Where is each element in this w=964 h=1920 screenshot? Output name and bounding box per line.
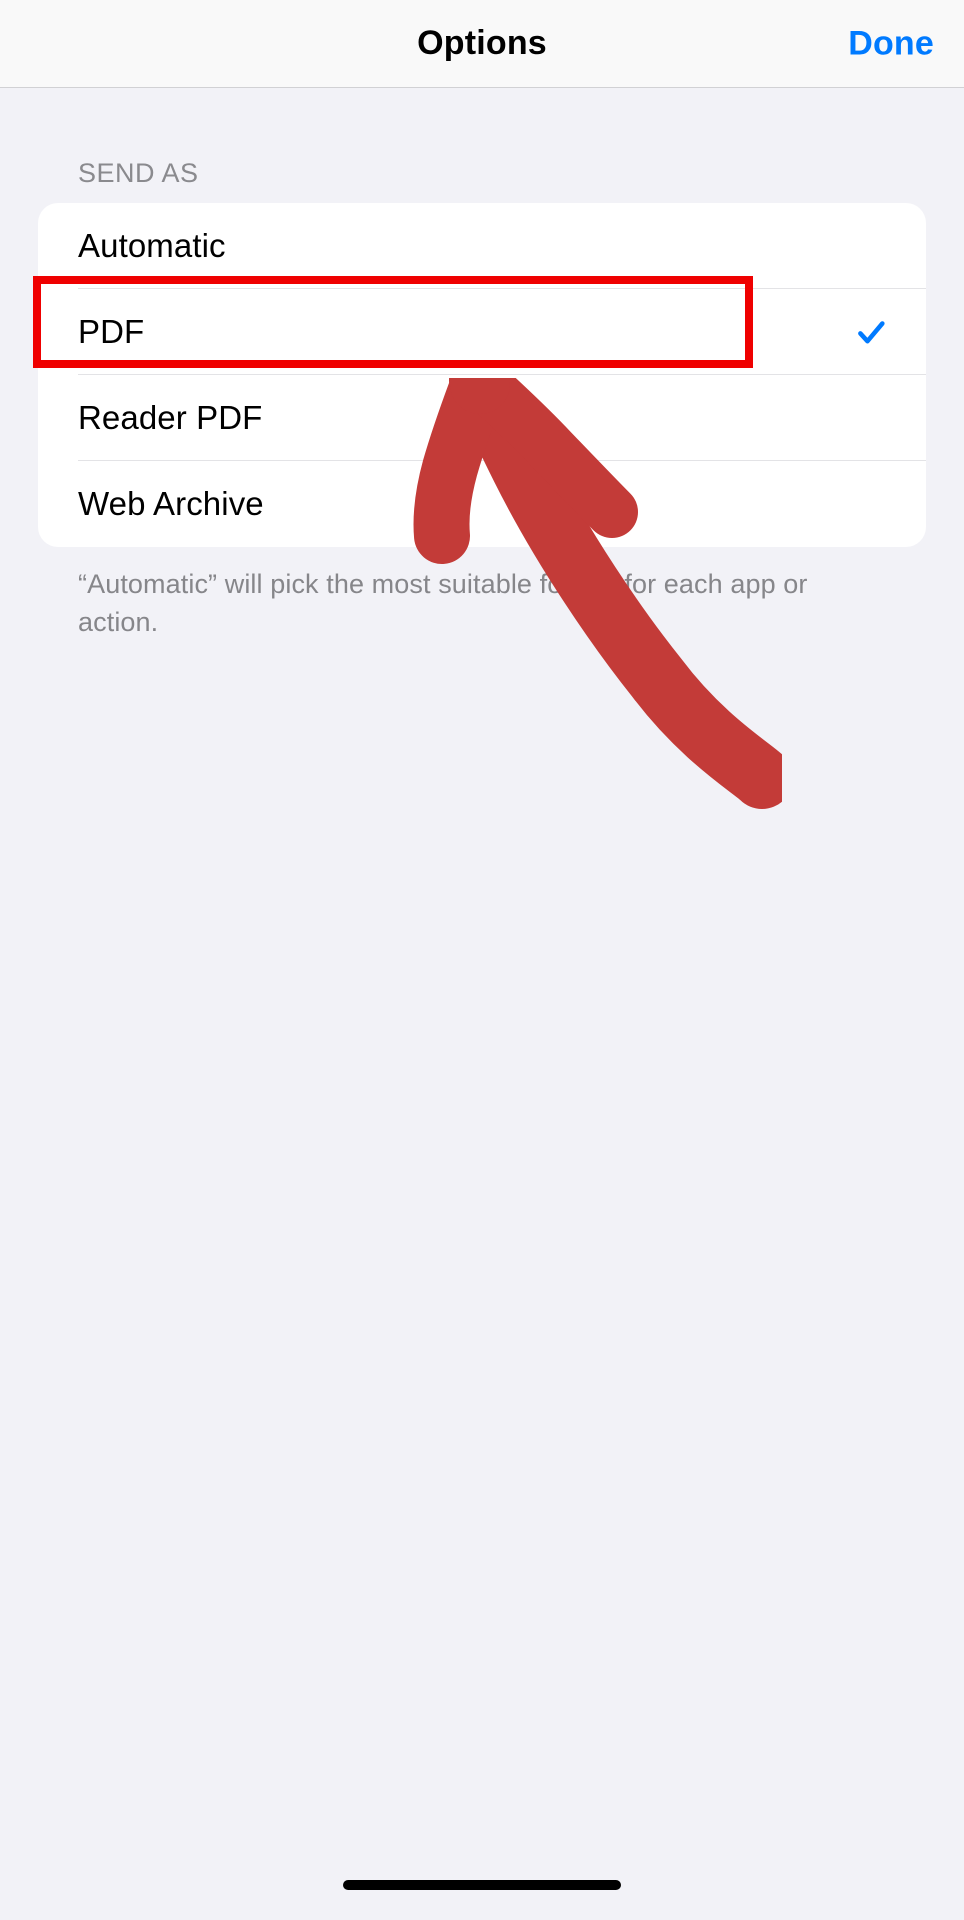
option-web-archive[interactable]: Web Archive xyxy=(38,461,926,547)
option-label: Reader PDF xyxy=(78,399,262,437)
option-label: PDF xyxy=(78,313,144,351)
content-area: SEND AS Automatic PDF Reader PDF Web Arc… xyxy=(0,88,964,641)
option-pdf[interactable]: PDF xyxy=(38,289,926,375)
option-label: Automatic xyxy=(78,227,226,265)
option-label: Web Archive xyxy=(78,485,264,523)
section-header-send-as: SEND AS xyxy=(78,158,926,189)
option-reader-pdf[interactable]: Reader PDF xyxy=(38,375,926,461)
page-title: Options xyxy=(417,24,547,63)
done-button[interactable]: Done xyxy=(848,24,934,63)
section-footer: “Automatic” will pick the most suitable … xyxy=(78,565,886,641)
nav-bar: Options Done xyxy=(0,0,964,88)
home-indicator xyxy=(343,1880,621,1890)
option-automatic[interactable]: Automatic xyxy=(38,203,926,289)
send-as-list: Automatic PDF Reader PDF Web Archive xyxy=(38,203,926,547)
checkmark-icon xyxy=(854,315,888,349)
